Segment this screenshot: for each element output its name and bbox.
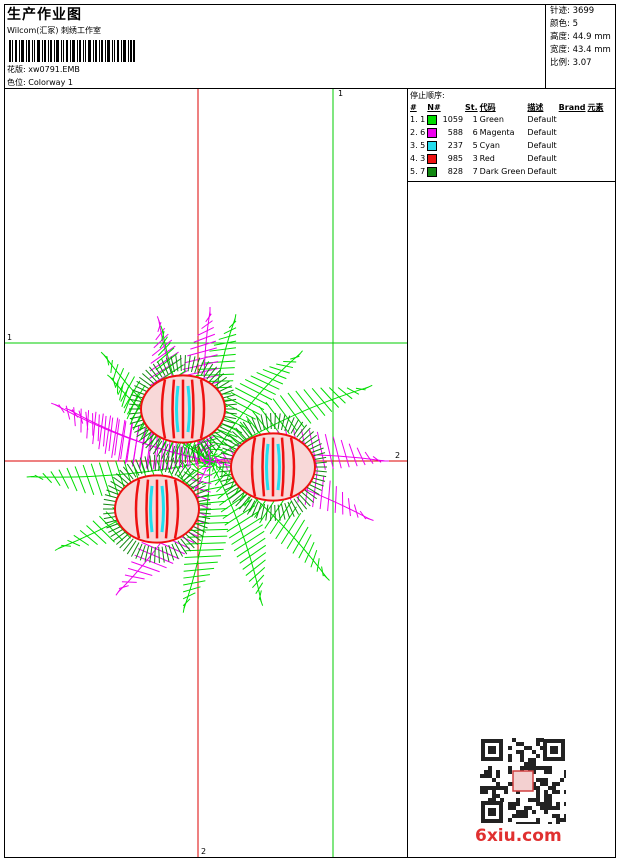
table-row: 5. 7 828 7 Dark Green Default [410,166,557,177]
studio-name: Wilcom(汇冢) 刺绣工作室 [7,26,102,35]
watermark: 6xiu.com [475,826,562,846]
guide-label-v-green: 1 [338,89,344,98]
embroidery-preview [5,89,407,857]
stat-height: 高度: 44.9 mm [550,32,611,42]
stop-sequence-table: # N# St. 代码 描述 Brand 元素 1. 1 1059 1 Green De… [410,101,606,178]
header: 生产作业图 Wilcom(汇冢) 刺绣工作室 花版: xw0791.EMB 色位… [4,4,616,89]
color-swatch [427,127,438,138]
table-header: # N# St. 代码 描述 Brand 元素 [410,102,604,112]
page-title: 生产作业图 [7,7,82,23]
design-file-line: 花版: xw0791.EMB [7,64,80,75]
stat-width: 宽度: 43.4 mm [550,45,611,55]
qr-code [480,738,566,824]
table-row: 2. 6 588 6 Magenta Default [410,127,557,138]
stop-sequence-box: 停止顺序: # N# St. 代码 描述 Brand 元素 1. 1 1059 1 G… [408,89,616,182]
barcode [9,40,135,62]
color-swatch [427,114,438,125]
guide-label-h-red: 2 [395,451,401,460]
guide-label-v-red: 2 [201,847,207,856]
colorway-label: 色位: [7,78,26,87]
table-row: 3. 5 237 5 Cyan Default [410,140,557,151]
colorway-value: Colorway 1 [28,78,73,87]
stat-colors: 颜色: 5 [550,19,578,29]
design-file: xw0791.EMB [28,65,80,74]
color-swatch [427,153,438,164]
stat-scale: 比例: 3.07 [550,58,592,68]
table-row: 1. 1 1059 1 Green Default [410,114,557,125]
design-canvas: 1 1 2 2 [5,89,407,857]
stat-stitches: 针迹: 3699 [550,6,595,16]
colorway-line: 色位: Colorway 1 [7,77,73,88]
design-label: 花版: [7,65,26,74]
color-swatch [427,140,438,151]
table-row: 4. 3 985 3 Red Default [410,153,557,164]
stop-sequence-title: 停止顺序: [410,91,445,100]
color-swatch [427,166,438,177]
guide-label-h-green: 1 [7,333,13,342]
stats-panel: 针迹: 3699 颜色: 5 高度: 44.9 mm 宽度: 43.4 mm 比… [545,4,616,88]
